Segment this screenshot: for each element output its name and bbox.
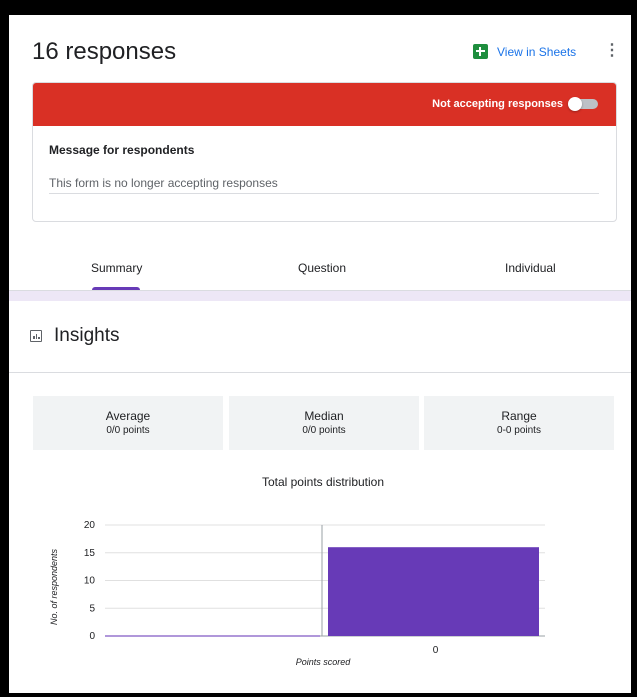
y-tick-label-20: 20 [84,520,96,531]
insights-heading: Insights [30,325,119,347]
tab-summary[interactable]: Summary [91,261,142,275]
insights-chart-icon [30,330,42,342]
insights-divider [9,372,631,373]
view-in-sheets-label: View in Sheets [497,44,577,59]
stat-range-value: 0-0 points [497,425,541,436]
points-distribution-chart: No. of respondents Points scored 0 5 10 15 2… [49,520,545,667]
chart-title: Total points distribution [261,475,385,489]
sheets-icon [473,44,488,59]
y-tick-label-5: 5 [89,603,95,614]
more-vert-icon[interactable]: ⋮ [604,43,620,59]
bar-0 [328,547,539,636]
x-axis-label: Points scored [296,657,352,667]
tab-individual[interactable]: Individual [505,261,556,275]
y-tick-label-0: 0 [89,631,95,642]
responses-panel: 16 responses View in Sheets ⋮ Not accept… [9,15,631,693]
not-accepting-banner: Not accepting responses [33,83,616,126]
x-tick-label-0: 0 [433,645,439,656]
accepting-responses-card: Not accepting responses Message for resp… [32,82,617,222]
stat-median: Median 0/0 points [229,396,419,450]
responses-count-title: 16 responses [32,38,177,65]
message-field[interactable] [49,173,599,194]
insights-title: Insights [54,325,120,346]
stat-average-value: 0/0 points [106,425,150,436]
y-tick-label-10: 10 [84,576,96,587]
accepting-status-label: Not accepting responses [432,98,563,110]
stat-median-value: 0/0 points [302,425,346,436]
toggle-knob [568,97,582,111]
stat-range: Range 0-0 points [424,396,614,450]
view-in-sheets-button[interactable]: View in Sheets [473,44,576,59]
accepting-responses-toggle[interactable] [568,97,600,111]
stat-average: Average 0/0 points [33,396,223,450]
responses-header: 16 responses View in Sheets ⋮ Not accept… [9,15,631,301]
y-tick-label-15: 15 [84,548,96,559]
y-axis-label: No. of respondents [49,548,59,625]
tabs-divider [9,290,631,301]
tab-question[interactable]: Question [298,261,346,275]
stat-range-label: Range [501,409,537,423]
message-label: Message for respondents [49,143,195,157]
stat-average-label: Average [105,409,151,423]
stat-median-label: Median [304,409,344,423]
response-tabs: Summary Question Individual [9,250,631,290]
